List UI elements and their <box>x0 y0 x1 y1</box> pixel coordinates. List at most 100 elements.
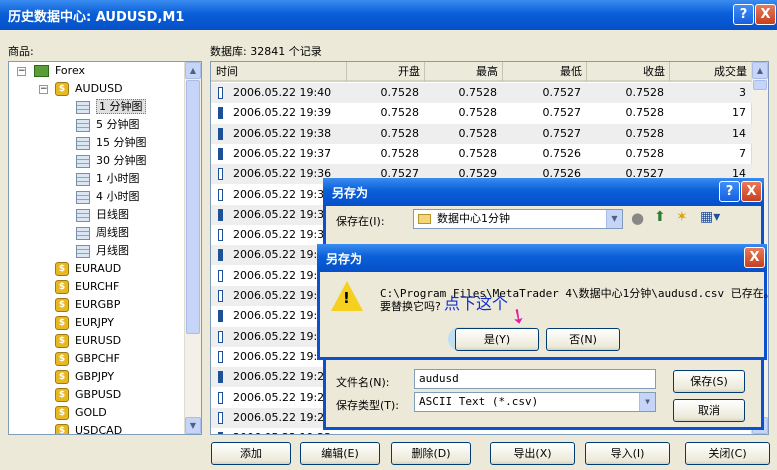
currency-icon: $ <box>55 298 69 312</box>
close-window-button[interactable]: X <box>755 4 776 25</box>
tree-item-timeframe[interactable]: 1 分钟图 <box>76 98 146 116</box>
scroll-thumb[interactable] <box>753 80 767 90</box>
column-header[interactable]: 开盘 <box>347 62 425 82</box>
cancel-button[interactable]: 取消 <box>673 399 745 422</box>
save-button[interactable]: 保存(S) <box>673 370 745 393</box>
filename-input[interactable]: audusd <box>414 369 656 389</box>
table-cell: 2006.05.22 19:33 <box>233 228 332 242</box>
tree-item-symbol[interactable]: $ USDCAD <box>55 422 122 434</box>
no-button[interactable]: 否(N) <box>546 328 620 351</box>
yes-button[interactable]: 是(Y) <box>455 328 539 351</box>
back-icon[interactable]: ● <box>631 209 644 227</box>
tree-item-symbol[interactable]: $ EURGBP <box>55 296 120 314</box>
table-icon <box>76 100 90 114</box>
currency-icon: $ <box>55 388 69 402</box>
window-title: 历史数据中心: AUDUSD,M1 <box>8 10 185 25</box>
column-header[interactable]: 成交量 <box>670 62 752 82</box>
import-button[interactable]: 导入(I) <box>585 442 670 465</box>
table-cell: 2006.05.22 19:34 <box>233 207 332 221</box>
new-folder-icon[interactable]: ✶ <box>676 209 688 225</box>
table-row[interactable]: 2006.05.22 19:37 0.7528 0.7528 0.7526 0.7528… <box>211 144 752 164</box>
table-icon <box>76 190 90 204</box>
tree-item-timeframe[interactable]: 30 分钟图 <box>76 152 147 170</box>
filetype-select[interactable]: ASCII Text (*.csv) ▼ <box>414 392 656 412</box>
column-header[interactable]: 时间 <box>211 62 347 82</box>
table-cell: 0.7528 <box>625 126 665 140</box>
tree-item-symbol[interactable]: $ GBPCHF <box>55 350 120 368</box>
database-label: 数据库: 32841 个记录 <box>210 45 322 58</box>
save-as-close-button[interactable]: X <box>741 181 762 202</box>
table-cell: 2006.05.22 19:36 <box>233 167 332 181</box>
table-cell: 0.7527 <box>542 126 582 140</box>
table-cell: 0.7528 <box>625 86 665 99</box>
table-cell: 0.7528 <box>458 146 498 160</box>
delete-button[interactable]: 删除(D) <box>391 442 471 465</box>
tree-item-audusd[interactable]: $ AUDUSD <box>55 80 123 98</box>
tree-item-timeframe[interactable]: 周线图 <box>76 224 129 242</box>
table-cell: 3 <box>739 86 746 99</box>
filename-label: 文件名(N): <box>336 376 390 389</box>
add-button[interactable]: 添加 <box>211 442 291 465</box>
tree-item-timeframe[interactable]: 1 小时图 <box>76 170 140 188</box>
edit-button[interactable]: 编辑(E) <box>300 442 380 465</box>
export-button[interactable]: 导出(X) <box>490 442 575 465</box>
view-menu-icon[interactable]: ▦▾ <box>700 209 720 225</box>
candle-icon <box>218 391 223 404</box>
close-button[interactable]: 关闭(C) <box>685 442 770 465</box>
tree-item-symbol[interactable]: $ GOLD <box>55 404 107 422</box>
tree-item-symbol[interactable]: $ EURCHF <box>55 278 119 296</box>
column-header[interactable]: 收盘 <box>587 62 670 82</box>
symbol-tree[interactable]: ▲ ▼ − Forex − $ AUDUSD 1 分钟图 5 分钟图 15 分钟图 30 分钟图… <box>8 61 202 435</box>
symbols-label: 商品: <box>8 45 34 58</box>
table-cell: 2006.05.22 19:35 <box>233 187 332 201</box>
tree-item-timeframe[interactable]: 5 分钟图 <box>76 116 140 134</box>
candle-icon <box>218 371 223 384</box>
tree-item-symbol[interactable]: $ EURJPY <box>55 314 114 332</box>
collapse-icon[interactable]: − <box>39 85 48 94</box>
candle-icon <box>218 127 223 140</box>
scroll-up-icon[interactable]: ▲ <box>185 62 201 79</box>
tree-scrollbar[interactable]: ▲ ▼ <box>184 62 201 434</box>
scroll-up-icon[interactable]: ▲ <box>752 62 768 79</box>
table-cell: 0.7528 <box>380 106 420 120</box>
table-cell: 0.7528 <box>625 106 665 120</box>
tree-item-timeframe[interactable]: 15 分钟图 <box>76 134 147 152</box>
currency-icon: $ <box>55 352 69 366</box>
save-as-title: 另存为 <box>332 186 369 200</box>
candle-icon <box>218 330 223 343</box>
column-header[interactable]: 最低 <box>503 62 587 82</box>
help-button[interactable]: ? <box>733 4 754 25</box>
tree-item-symbol[interactable]: $ GBPUSD <box>55 386 121 404</box>
table-row[interactable]: 2006.05.22 19:39 0.7528 0.7528 0.7527 0.7528… <box>211 103 752 123</box>
tree-item-symbol[interactable]: $ EURAUD <box>55 260 121 278</box>
table-cell: 0.7528 <box>458 106 498 120</box>
candle-icon <box>218 188 223 201</box>
chevron-down-icon[interactable]: ▼ <box>606 210 622 228</box>
table-cell: 0.7528 <box>625 146 665 160</box>
column-header[interactable]: 最高 <box>425 62 503 82</box>
tree-item-symbol[interactable]: $ EURUSD <box>55 332 121 350</box>
tree-item-timeframe[interactable]: 4 小时图 <box>76 188 140 206</box>
scroll-thumb[interactable] <box>186 80 200 334</box>
save-in-select[interactable]: 数据中心1分钟 ▼ <box>413 209 623 229</box>
save-as-help-button[interactable]: ? <box>719 181 740 202</box>
table-icon <box>76 226 90 240</box>
confirm-close-button[interactable]: X <box>744 247 765 268</box>
tree-item-forex[interactable]: Forex <box>34 62 85 80</box>
scroll-down-icon[interactable]: ▼ <box>185 417 201 434</box>
table-cell: 2006.05.22 19:23 <box>233 428 331 434</box>
chevron-down-icon[interactable]: ▼ <box>639 393 655 411</box>
filetype-label: 保存类型(T): <box>336 399 400 412</box>
folder-icon <box>418 214 431 224</box>
tree-item-symbol[interactable]: $ GBPJPY <box>55 368 114 386</box>
table-row[interactable]: 2006.05.22 19:38 0.7528 0.7528 0.7527 0.7528… <box>211 123 752 144</box>
table-cell: 2006.05.22 19:37 <box>233 146 332 160</box>
up-folder-icon[interactable]: ⬆ <box>654 209 666 225</box>
table-cell: 2006.05.22 19:40 <box>233 86 332 99</box>
annotation-text: 点下这个 <box>444 294 509 313</box>
candle-icon <box>218 168 223 181</box>
tree-item-timeframe[interactable]: 月线图 <box>76 242 129 260</box>
table-row[interactable]: 2006.05.22 19:40 0.7528 0.7528 0.7527 0.7528… <box>211 83 752 103</box>
tree-item-timeframe[interactable]: 日线图 <box>76 206 129 224</box>
collapse-icon[interactable]: − <box>17 67 26 76</box>
